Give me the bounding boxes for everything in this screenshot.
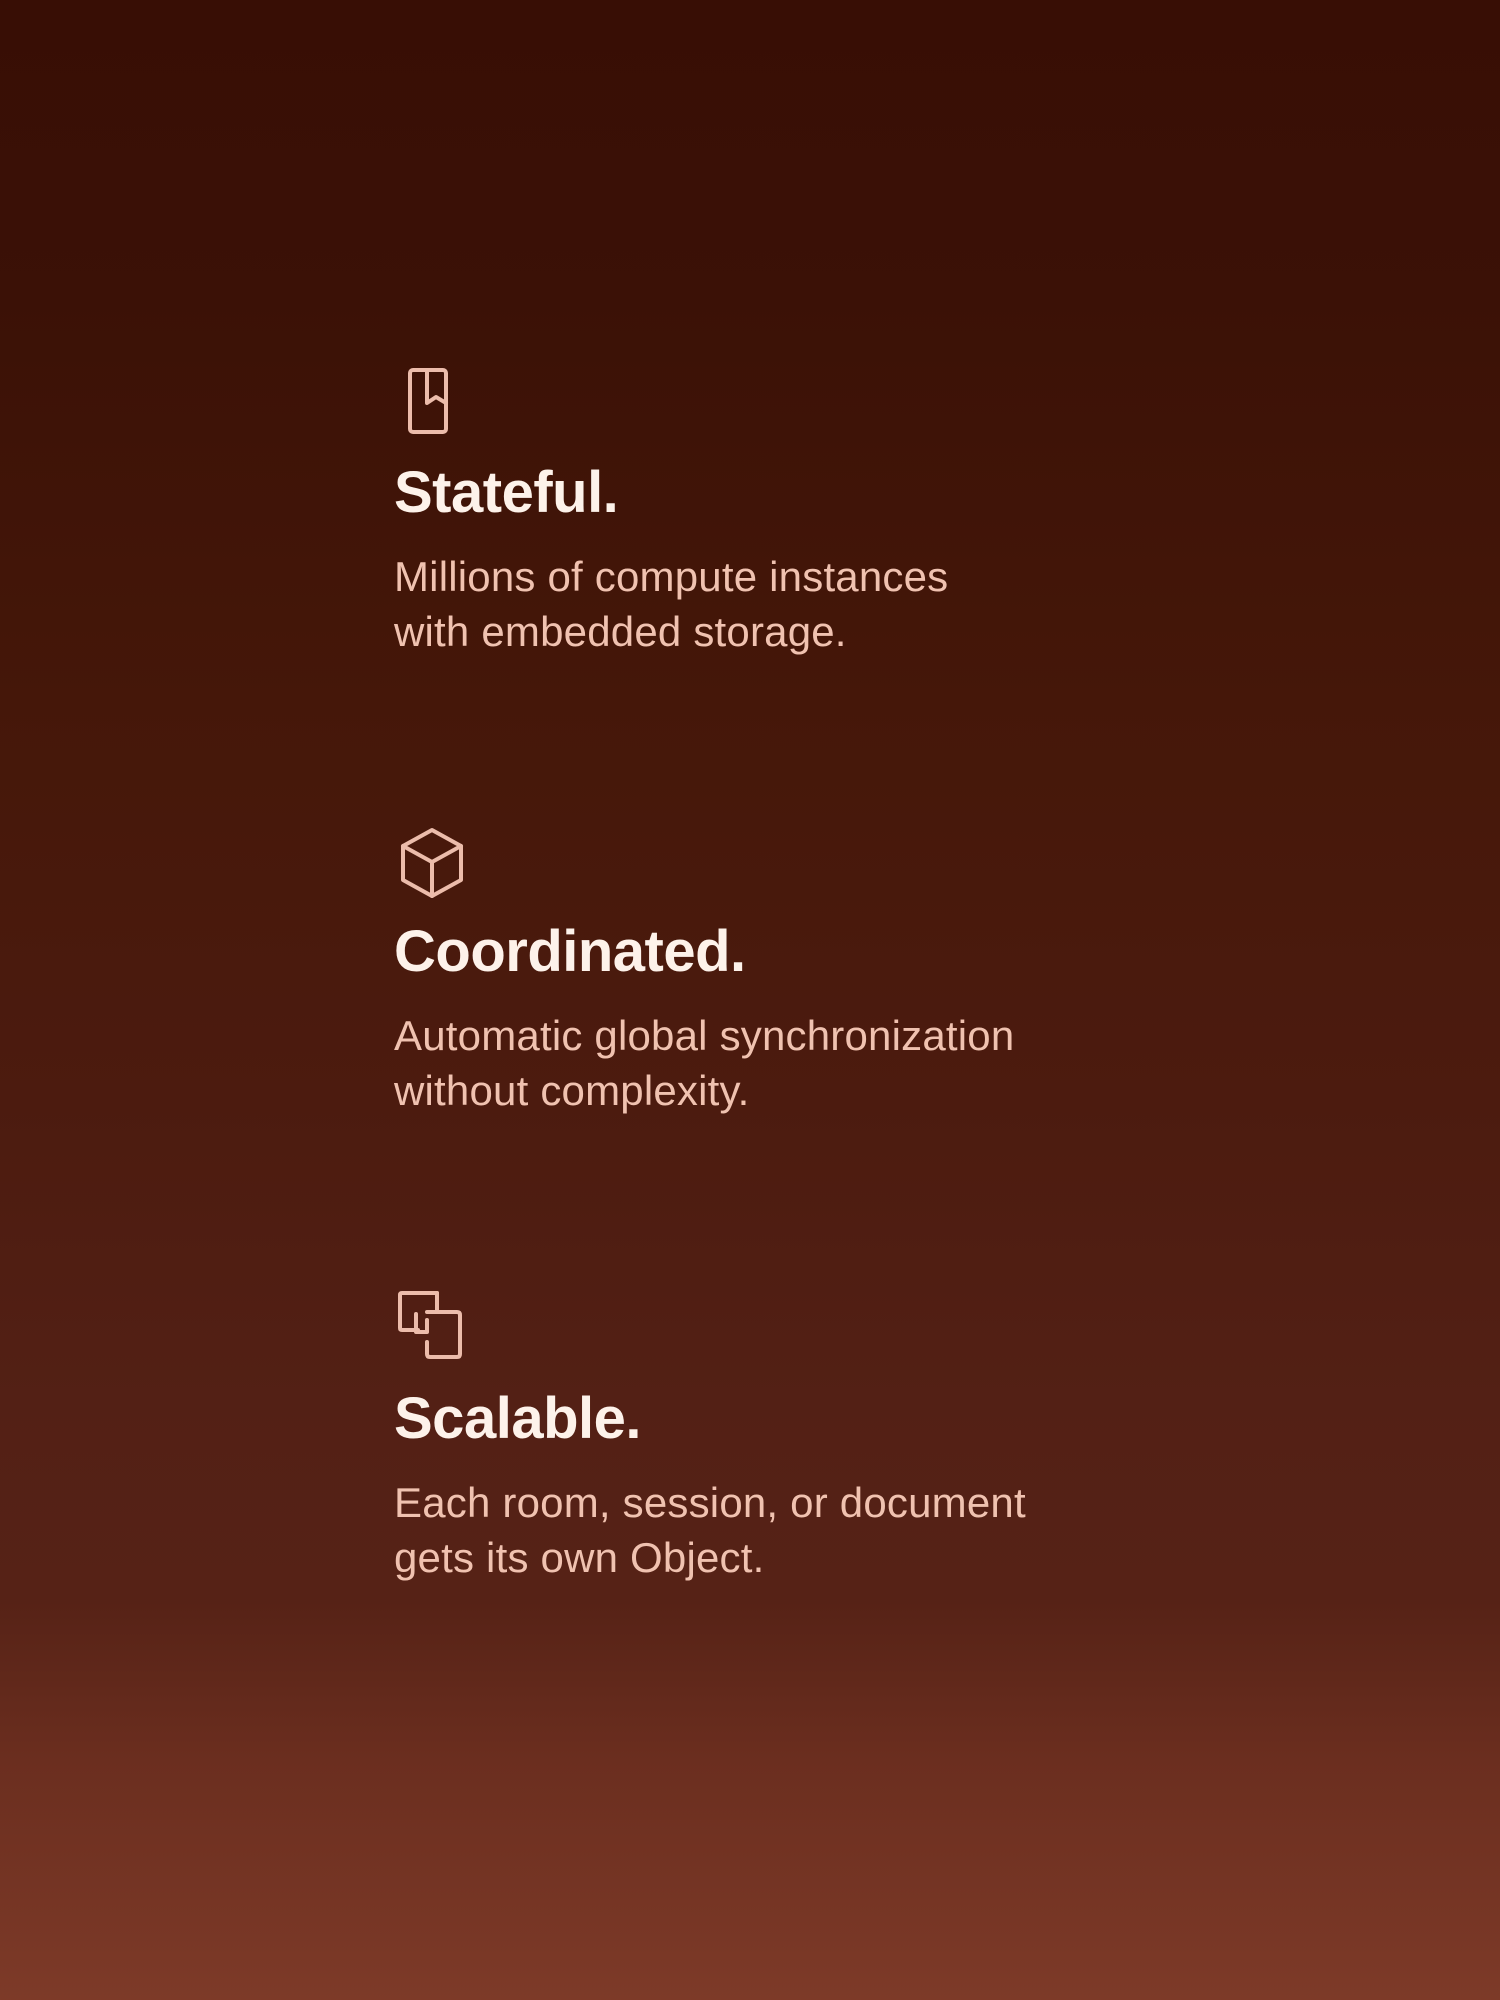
feature-coordinated: Coordinated. Automatic global synchroniz… [394, 825, 1154, 1118]
bookmark-book-icon [394, 366, 1154, 436]
feature-title: Scalable. [394, 1386, 641, 1451]
feature-description-line: gets its own Object. [394, 1534, 765, 1581]
feature-description-line: Millions of compute instances [394, 553, 949, 600]
cube-icon [394, 825, 1154, 901]
feature-description: Each room, session, or document gets its… [394, 1475, 1154, 1585]
feature-title: Coordinated. [394, 919, 746, 984]
overlapping-squares-icon [394, 1288, 1154, 1362]
feature-description: Millions of compute instances with embed… [394, 549, 1154, 659]
feature-stateful: Stateful. Millions of compute instances … [394, 366, 1154, 659]
feature-description: Automatic global synchronization without… [394, 1008, 1154, 1118]
feature-description-line: Automatic global synchronization [394, 1012, 1015, 1059]
feature-description-line: Each room, session, or document [394, 1479, 1026, 1526]
feature-description-line: with embedded storage. [394, 608, 847, 655]
feature-title: Stateful. [394, 460, 619, 525]
feature-scalable: Scalable. Each room, session, or documen… [394, 1288, 1154, 1585]
feature-description-line: without complexity. [394, 1067, 750, 1114]
